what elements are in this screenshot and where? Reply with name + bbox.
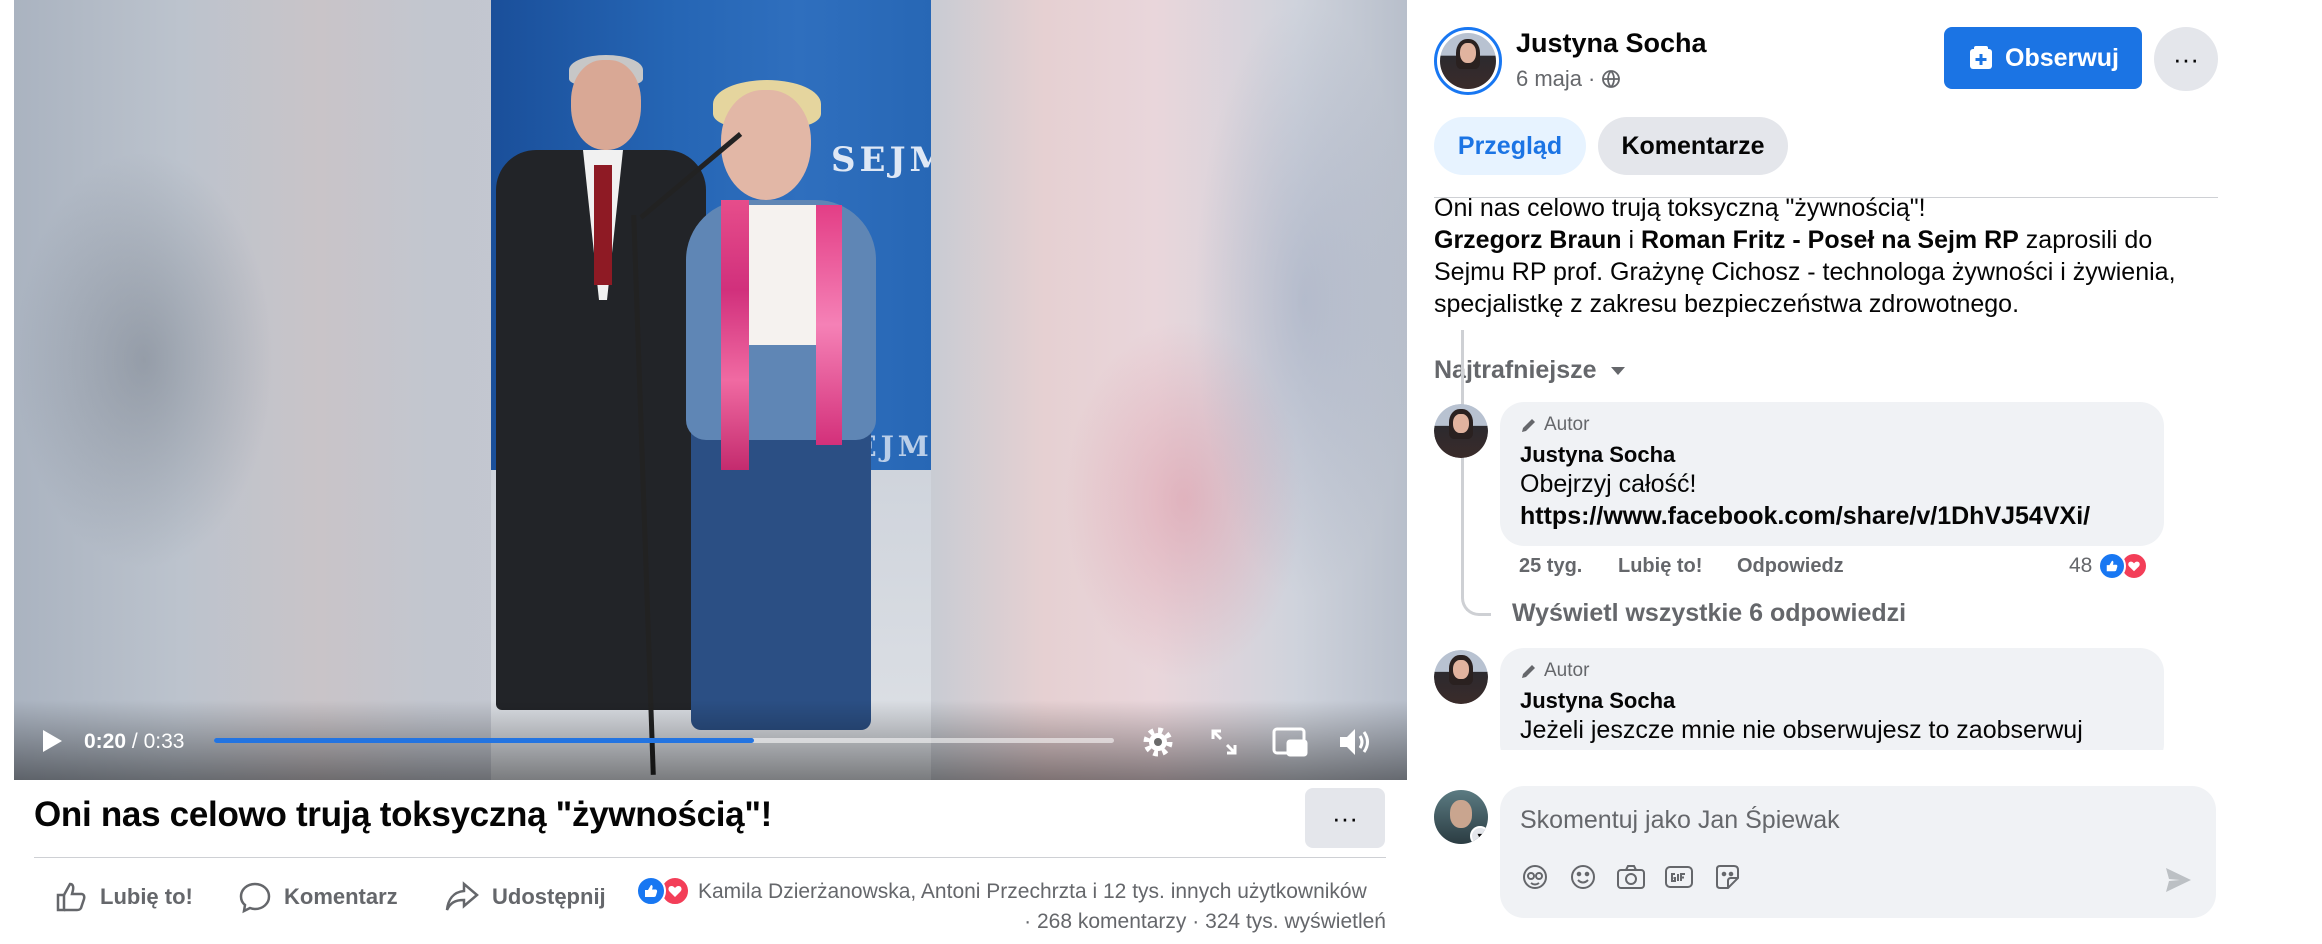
send-icon: [2166, 868, 2191, 892]
photo-button[interactable]: [1616, 862, 1646, 892]
current-user-avatar[interactable]: ▾: [1434, 790, 1488, 844]
comment-author[interactable]: Justyna Socha: [1520, 688, 2144, 714]
comment-bubble: Autor Justyna Socha Obejrzyj całość! htt…: [1500, 402, 2164, 546]
comment-like-button[interactable]: Lubię to!: [1618, 555, 1702, 578]
follow-icon: [1970, 46, 1993, 69]
settings-button[interactable]: [1138, 722, 1178, 762]
post-more-button[interactable]: ···: [1305, 788, 1385, 848]
comment-composer: [1500, 786, 2216, 918]
comment-reactions[interactable]: 48: [2069, 552, 2149, 580]
comment-button[interactable]: Komentarz: [238, 880, 398, 914]
author-badge: Autor: [1520, 660, 2144, 682]
globe-icon: [1602, 70, 1621, 88]
gif-button[interactable]: [1664, 862, 1694, 892]
post-divider: [34, 857, 1386, 858]
author-more-button[interactable]: ···: [2154, 27, 2218, 91]
post-date: 6 maja ·: [1516, 66, 1621, 92]
comment-avatar[interactable]: [1434, 650, 1488, 704]
author-badge: Autor: [1520, 414, 2144, 436]
duration: 0:33: [143, 730, 185, 753]
current-time: 0:20: [84, 730, 127, 753]
comment-text: Obejrzyj całość!: [1520, 470, 1697, 498]
share-icon: [445, 881, 479, 911]
video-player[interactable]: SEJM SEJM 0:20 / 0:33: [14, 0, 1407, 780]
gif-icon: [1665, 866, 1693, 888]
sticker-button[interactable]: [1712, 862, 1742, 892]
comment-author[interactable]: Justyna Socha: [1520, 442, 2144, 468]
send-button[interactable]: [2162, 864, 2194, 896]
sejm-logo-top: SEJM: [831, 140, 931, 180]
thumbs-up-icon: [56, 882, 86, 912]
video-progress-fill: [214, 738, 754, 743]
avatar-sticker-button[interactable]: [1520, 862, 1550, 892]
show-replies-link[interactable]: Wyświetl wszystkie 6 odpowiedzi: [1512, 599, 1906, 628]
comment-label: Komentarz: [284, 884, 398, 909]
like-reaction-icon: [2098, 552, 2127, 580]
avatar-sticker-icon: [1523, 865, 1547, 889]
comment-icon: [239, 882, 271, 914]
comment-link[interactable]: https://www.facebook.com/share/v/1DhVJ54…: [1520, 500, 2144, 532]
composer-toolbar: [1520, 862, 1742, 892]
comment-text: Jeżeli jeszcze mnie nie obserwujesz to z…: [1520, 716, 2083, 744]
smiley-icon: [1571, 865, 1595, 889]
author-avatar[interactable]: [1434, 27, 1502, 95]
fullscreen-button[interactable]: [1204, 722, 1244, 762]
share-button[interactable]: Udostępnij: [444, 880, 606, 914]
comments-count[interactable]: 268 komentarzy: [1037, 910, 1186, 933]
like-label: Lubię to!: [100, 884, 193, 909]
play-icon: [43, 730, 62, 752]
author-name[interactable]: Justyna Socha: [1516, 28, 1707, 59]
video-frame: SEJM SEJM: [491, 0, 931, 780]
description-headline: Oni nas celowo trują toksyczną "żywności…: [1434, 194, 1926, 222]
video-progress-bar[interactable]: [214, 738, 1114, 743]
caret-down-icon: [1610, 366, 1625, 375]
tab-overview[interactable]: Przegląd: [1434, 117, 1586, 175]
mention-grzegorz-braun[interactable]: Grzegorz Braun: [1434, 226, 1622, 254]
miniplayer-button[interactable]: [1270, 722, 1310, 762]
sticker-icon: [1716, 865, 1739, 889]
post-description: Oni nas celowo trują toksyczną "żywności…: [1434, 194, 2176, 318]
expand-icon: [1211, 729, 1237, 755]
share-label: Udostępnij: [492, 884, 606, 909]
pencil-icon: [1522, 665, 1535, 678]
comment-input[interactable]: [1520, 802, 2140, 838]
emoji-button[interactable]: [1568, 862, 1598, 892]
video-controls: 0:20 / 0:33: [14, 700, 1407, 780]
volume-button[interactable]: [1336, 722, 1376, 762]
comment-time[interactable]: 25 tyg.: [1519, 555, 1582, 578]
pencil-icon: [1522, 419, 1535, 432]
views-count: 324 tys. wyświetleń: [1205, 910, 1386, 933]
tab-comments[interactable]: Komentarze: [1598, 117, 1788, 175]
camera-icon: [1617, 865, 1645, 889]
gear-icon: [1143, 727, 1173, 757]
chevron-down-icon: ▾: [1470, 826, 1488, 844]
mention-roman-fritz[interactable]: Roman Fritz - Poseł na Sejm RP: [1641, 226, 2019, 254]
comment-reply-button[interactable]: Odpowiedz: [1737, 555, 1844, 578]
post-title: Oni nas celowo trują toksyczną "żywności…: [34, 795, 772, 834]
picture-in-picture-icon: [1272, 727, 1308, 757]
play-button[interactable]: [36, 726, 66, 756]
comment-avatar[interactable]: [1434, 404, 1488, 458]
like-button[interactable]: Lubię to!: [54, 880, 193, 914]
reply-thread-line: [1461, 330, 1491, 616]
post-stats: · 268 komentarzy · 324 tys. wyświetleń: [1024, 910, 1386, 933]
volume-icon: [1340, 729, 1369, 755]
like-reaction-icon: [636, 876, 666, 906]
reactors-text[interactable]: Kamila Dzierżanowska, Antoni Przechrzta …: [698, 880, 1388, 904]
reaction-icons[interactable]: [636, 876, 690, 906]
video-time: 0:20 / 0:33: [84, 730, 185, 753]
follow-button[interactable]: Obserwuj: [1944, 27, 2142, 89]
